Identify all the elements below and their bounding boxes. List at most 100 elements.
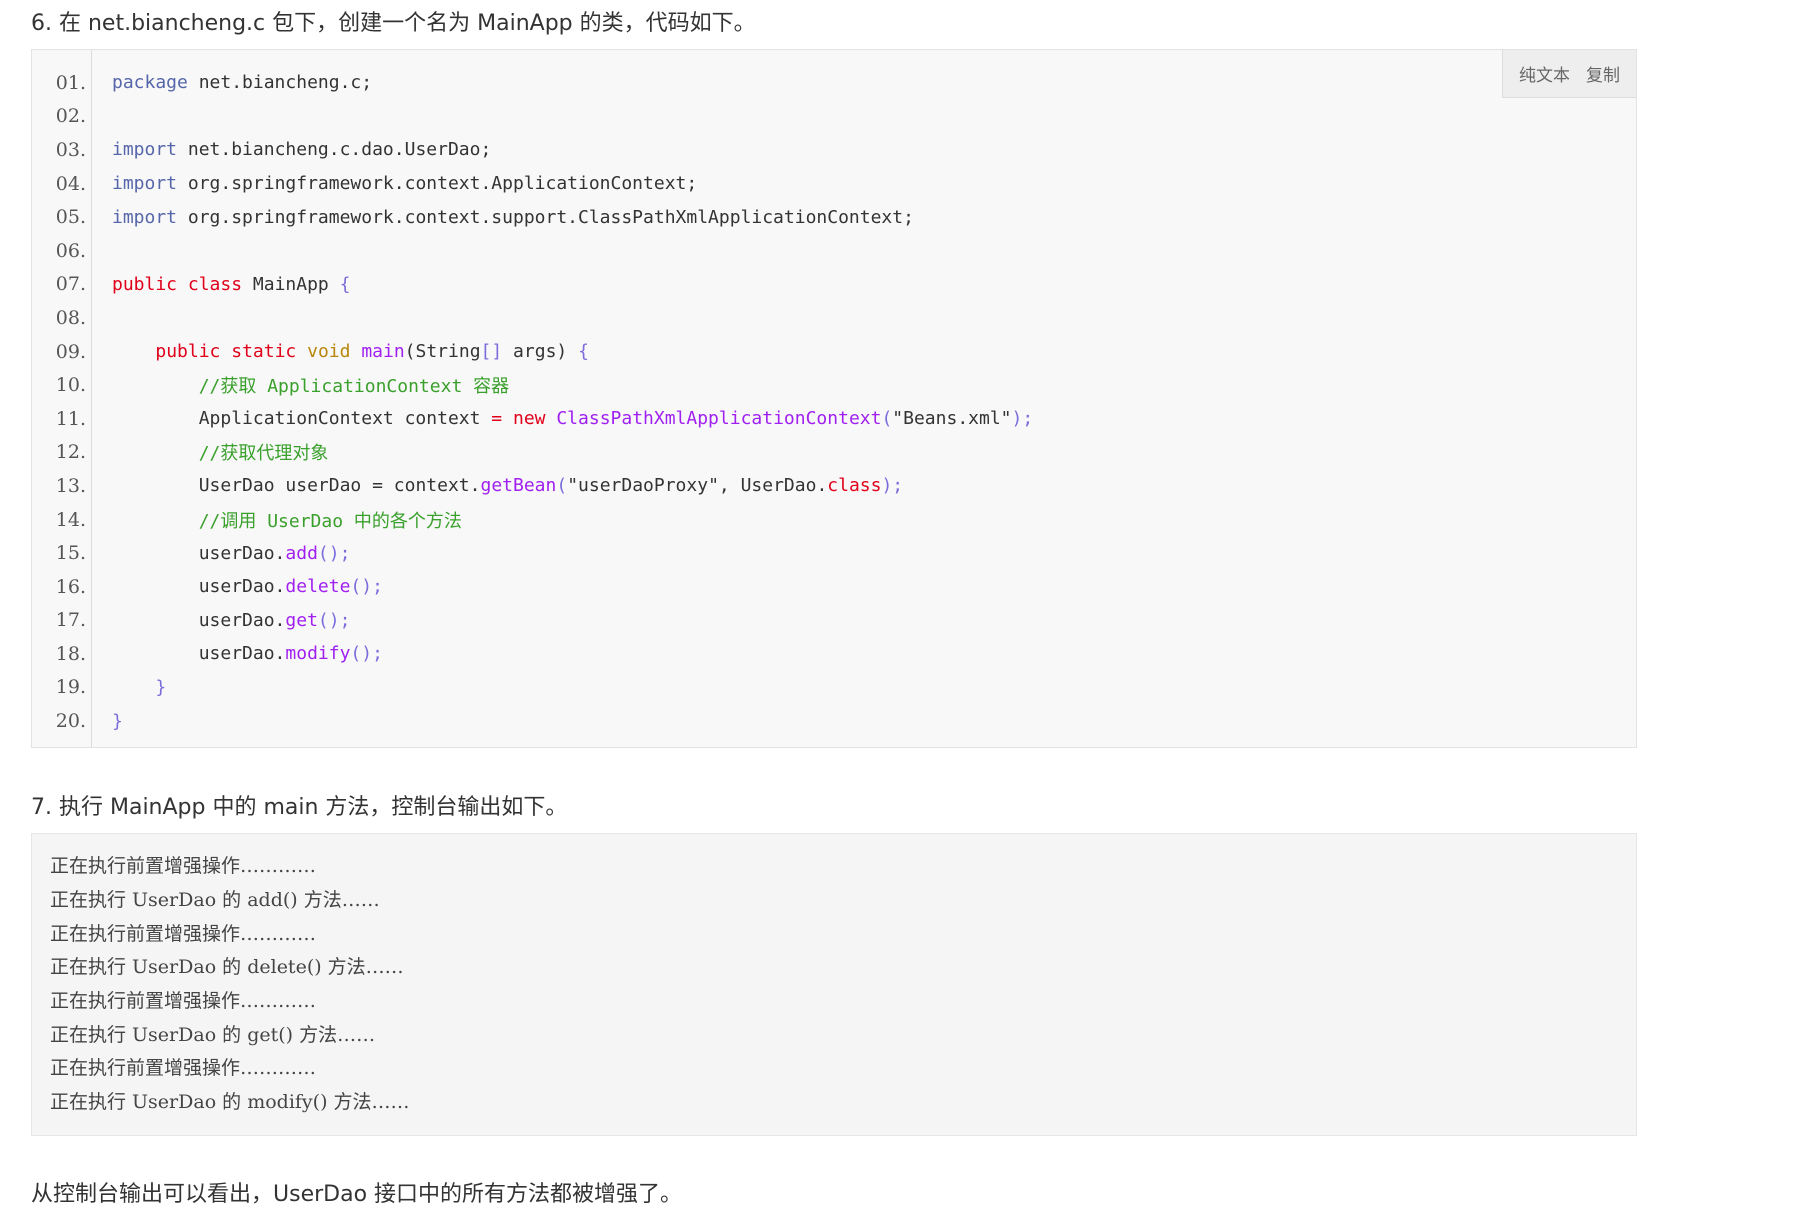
code-token: userDao.: [112, 576, 286, 598]
code-token: modify: [285, 643, 351, 665]
line-number: 04.: [55, 172, 86, 195]
code-token: //获取代理对象: [198, 443, 329, 465]
code-line: 11. ApplicationContext context = new Cla…: [32, 402, 1636, 436]
console-line: 正在执行 UserDao 的 delete() 方法……: [50, 956, 404, 979]
code-token: , UserDao.: [718, 475, 828, 497]
code-token: ();: [317, 609, 351, 631]
code-token: main: [361, 341, 405, 363]
code-line: 15. userDao.add();: [32, 536, 1636, 570]
code-line: 16. userDao.delete();: [32, 570, 1636, 604]
code-line: 02.: [32, 100, 1636, 134]
code-token: //调用 UserDao 中的各个方法: [198, 510, 462, 532]
code-token: (: [556, 475, 568, 497]
code-token: userDao.: [112, 643, 286, 665]
code-text: public class MainApp {: [112, 274, 350, 295]
code-line: 03. import net.biancheng.c.dao.UserDao;: [32, 133, 1636, 167]
code-token: }: [112, 710, 123, 732]
line-number: 17.: [55, 609, 86, 632]
console-line: 正在执行前置增强操作…………: [50, 990, 317, 1013]
code-token: []: [480, 341, 503, 363]
code-text: import net.biancheng.c.dao.UserDao;: [112, 139, 491, 160]
code-token: class: [827, 475, 882, 497]
code-text: userDao.modify();: [112, 643, 383, 664]
code-token: net.biancheng.c.dao.UserDao;: [177, 139, 492, 161]
code-token: //获取 ApplicationContext 容器: [198, 376, 510, 398]
code-block: 纯文本 复制 01. package net.biancheng.c; 02. 03.…: [31, 49, 1637, 748]
code-line: 06.: [32, 234, 1636, 268]
code-token: {: [578, 341, 589, 363]
conclusion-text: 从控制台输出可以看出，UserDao 接口中的所有方法都被增强了。: [31, 1182, 683, 1207]
code-text: }: [112, 677, 166, 698]
code-token: {: [339, 273, 351, 295]
code-line: 10. //获取 ApplicationContext 容器: [32, 368, 1636, 402]
line-number: 16.: [55, 575, 86, 598]
code-text: userDao.add();: [112, 542, 351, 564]
line-number: 08.: [55, 306, 86, 329]
console-line: 正在执行前置增强操作…………: [50, 855, 317, 878]
line-number: 18.: [55, 642, 86, 665]
code-token: (String: [404, 341, 481, 363]
line-number: 15.: [55, 542, 86, 565]
code-text: //调用 UserDao 中的各个方法: [112, 507, 462, 533]
code-token: "userDaoProxy": [567, 475, 719, 497]
code-token: import: [112, 139, 178, 161]
code-token: import: [112, 173, 178, 195]
code-token: ClassPathXmlApplicationContext: [556, 408, 882, 430]
console-line: 正在执行 UserDao 的 get() 方法……: [50, 1023, 376, 1046]
code-token: org.springframework.context.ApplicationC…: [177, 173, 698, 195]
code-line: 17. userDao.get();: [32, 604, 1636, 638]
line-number: 09.: [55, 340, 86, 363]
code-token: MainApp: [242, 273, 340, 295]
console-line: 正在执行前置增强操作…………: [50, 1057, 317, 1080]
line-number: 05.: [55, 206, 86, 229]
code-text: userDao.delete();: [112, 576, 383, 597]
code-token: public: [155, 341, 221, 363]
step-7-heading: 7. 执行 MainApp 中的 main 方法，控制台输出如下。: [31, 795, 568, 820]
code-token: new: [512, 408, 546, 430]
line-number: 13.: [55, 474, 86, 497]
code-token: add: [285, 542, 318, 564]
code-token: "Beans.xml": [892, 408, 1012, 430]
code-token: public: [112, 273, 178, 295]
code-token: delete: [285, 576, 351, 598]
code-line: 04. import org.springframework.context.Ap…: [32, 167, 1636, 201]
console-line: 正在执行 UserDao 的 modify() 方法……: [50, 1091, 410, 1114]
code-token: net.biancheng.c;: [187, 72, 373, 94]
line-number: 03.: [55, 138, 86, 161]
code-token: =: [491, 408, 503, 430]
code-line: 14. //调用 UserDao 中的各个方法: [32, 503, 1636, 537]
code-token: =: [372, 475, 383, 497]
code-token: userDao.: [112, 542, 286, 564]
code-token: org.springframework.context.support.Clas…: [177, 206, 914, 228]
code-token: );: [1011, 408, 1034, 430]
code-line: 01. package net.biancheng.c;: [32, 66, 1636, 100]
code-text: //获取代理对象: [112, 439, 329, 465]
line-number: 07.: [55, 273, 86, 296]
code-token: package: [112, 72, 188, 94]
code-token: UserDao userDao: [112, 475, 373, 497]
code-text: UserDao userDao = context.getBean("userD…: [112, 475, 903, 496]
code-token: ();: [350, 576, 383, 598]
code-text: }: [112, 711, 123, 732]
line-number: 14.: [55, 508, 86, 531]
code-text: import org.springframework.context.Appli…: [112, 173, 697, 194]
code-line: 13. UserDao userDao = context.getBean("u…: [32, 469, 1636, 503]
code-token: getBean: [480, 475, 557, 497]
code-token: import: [112, 206, 178, 228]
console-line: 正在执行前置增强操作…………: [50, 922, 317, 945]
code-line: 05. import org.springframework.context.su…: [32, 200, 1636, 234]
code-token: (: [881, 408, 893, 430]
code-token: args): [502, 341, 579, 363]
code-token: ApplicationContext context: [112, 408, 492, 430]
code-line: 20.}: [32, 704, 1636, 738]
